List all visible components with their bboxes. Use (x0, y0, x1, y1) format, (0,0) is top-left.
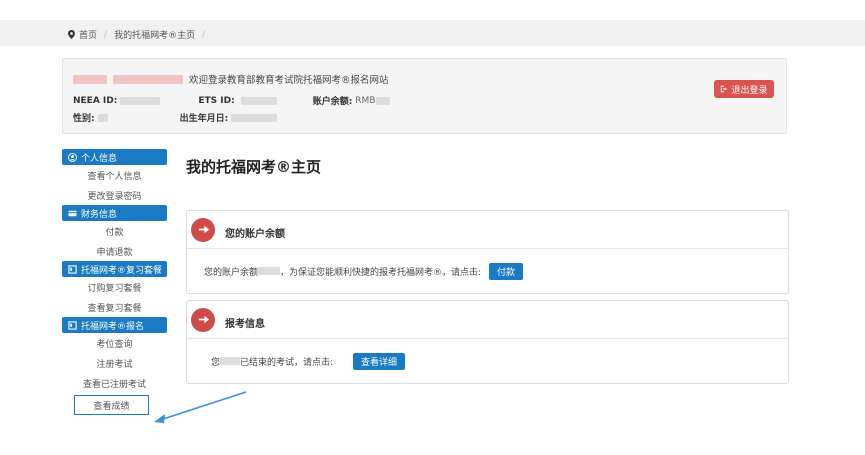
sidebar-item-refund[interactable]: 申请退款 (62, 241, 167, 261)
sidebar-section-personal[interactable]: 个人信息 (62, 149, 167, 165)
ets-id-label: ETS ID: (198, 95, 235, 106)
welcome-row: 欢迎登录教育部教育考试院托福网考®报名网站 (73, 72, 389, 86)
gender-label: 性别: (73, 114, 95, 124)
sidebar-item-change-password[interactable]: 更改登录密码 (62, 185, 167, 205)
book-icon (68, 264, 77, 274)
top-bar (0, 0, 865, 20)
breadcrumb-separator: / (104, 29, 108, 40)
balance-card-header: 您的账户余额 (187, 211, 788, 249)
annotation-arrow-icon (154, 391, 247, 423)
logout-button[interactable]: 退出登录 (714, 80, 774, 98)
info-row-2: 性别: 出生年月日: (73, 111, 278, 124)
sidebar-item-view-scores[interactable]: 查看成绩 (74, 395, 149, 415)
redacted-name-en (113, 74, 183, 84)
sidebar-item-view-package[interactable]: 查看复习套餐 (62, 297, 167, 317)
sidebar-item-seat-search[interactable]: 考位查询 (62, 333, 167, 353)
breadcrumb-bar: 首页 / 我的托福网考®主页 / (0, 22, 865, 46)
pay-button[interactable]: 付款 (489, 262, 524, 280)
sidebar-section-finance[interactable]: 财务信息 (62, 205, 167, 221)
redacted-gender (97, 113, 108, 122)
user-circle-icon (68, 152, 77, 162)
credit-card-icon (68, 210, 77, 216)
sidebar-section-package[interactable]: 托福网考®复习套餐 (62, 261, 167, 277)
redacted-ets-id (240, 96, 277, 105)
balance-card: 您的账户余额 您的账户余额 ，为保证您能顺利快捷的报考托福网考®，请点击: 付款 (186, 210, 789, 294)
logout-label: 退出登录 (731, 85, 768, 96)
sidebar-item-register-exam[interactable]: 注册考试 (62, 353, 167, 373)
balance-card-title: 您的账户余额 (225, 228, 285, 240)
balance-label: 账户余额: (312, 97, 353, 107)
redacted-balance-amount (258, 267, 281, 275)
balance-currency: RMB (355, 95, 376, 106)
redacted-name (73, 74, 107, 84)
exam-text-before: 您 (211, 357, 221, 368)
exam-text-after: 已结束的考试，请点击: (240, 357, 334, 368)
info-row-1: NEEA ID: ETS ID: 账户余额: RMB (73, 94, 390, 107)
book-icon (68, 320, 77, 330)
user-info-panel: 欢迎登录教育部教育考试院托福网考®报名网站 NEEA ID: ETS ID: 账… (62, 58, 787, 134)
breadcrumb-separator: / (202, 29, 206, 40)
sidebar-item-order-package[interactable]: 订购复习套餐 (62, 277, 167, 297)
sidebar-item-payment[interactable]: 付款 (62, 221, 167, 241)
page-title: 我的托福网考®主页 (186, 158, 322, 176)
balance-text-after: ，为保证您能顺利快捷的报考托福网考®，请点击: (280, 267, 482, 278)
neea-id-label: NEEA ID: (73, 95, 118, 106)
logout-icon (721, 85, 728, 93)
redacted-balance (375, 96, 390, 105)
balance-card-body: 您的账户余额 ，为保证您能顺利快捷的报考托福网考®，请点击: 付款 (187, 249, 788, 293)
redacted-neea-id (120, 96, 161, 105)
exam-card: 报考信息 您 已结束的考试，请点击: 查看详细 (186, 300, 789, 384)
breadcrumb-current[interactable]: 我的托福网考®主页 (114, 28, 195, 41)
arrow-right-icon (191, 307, 215, 332)
exam-card-header: 报考信息 (187, 301, 788, 339)
breadcrumb: 首页 / 我的托福网考®主页 / (68, 28, 208, 41)
redacted-exam-count (220, 357, 241, 365)
balance-text-before: 您的账户余额 (204, 267, 259, 278)
view-details-button[interactable]: 查看详细 (353, 352, 406, 370)
arrow-right-icon (191, 217, 215, 242)
redacted-birth (231, 113, 278, 122)
breadcrumb-home[interactable]: 首页 (79, 28, 97, 41)
sidebar-item-view-profile[interactable]: 查看个人信息 (62, 165, 167, 185)
exam-card-body: 您 已结束的考试，请点击: 查看详细 (187, 339, 788, 383)
welcome-text: 欢迎登录教育部教育考试院托福网考®报名网站 (189, 75, 389, 86)
exam-card-title: 报考信息 (225, 318, 265, 330)
birth-label: 出生年月日: (179, 114, 229, 124)
sidebar: 个人信息 查看个人信息 更改登录密码 财务信息 付款 申请退款 托福网考®复习套… (62, 149, 167, 415)
map-pin-icon (68, 30, 75, 39)
sidebar-section-register[interactable]: 托福网考®报名 (62, 317, 167, 333)
